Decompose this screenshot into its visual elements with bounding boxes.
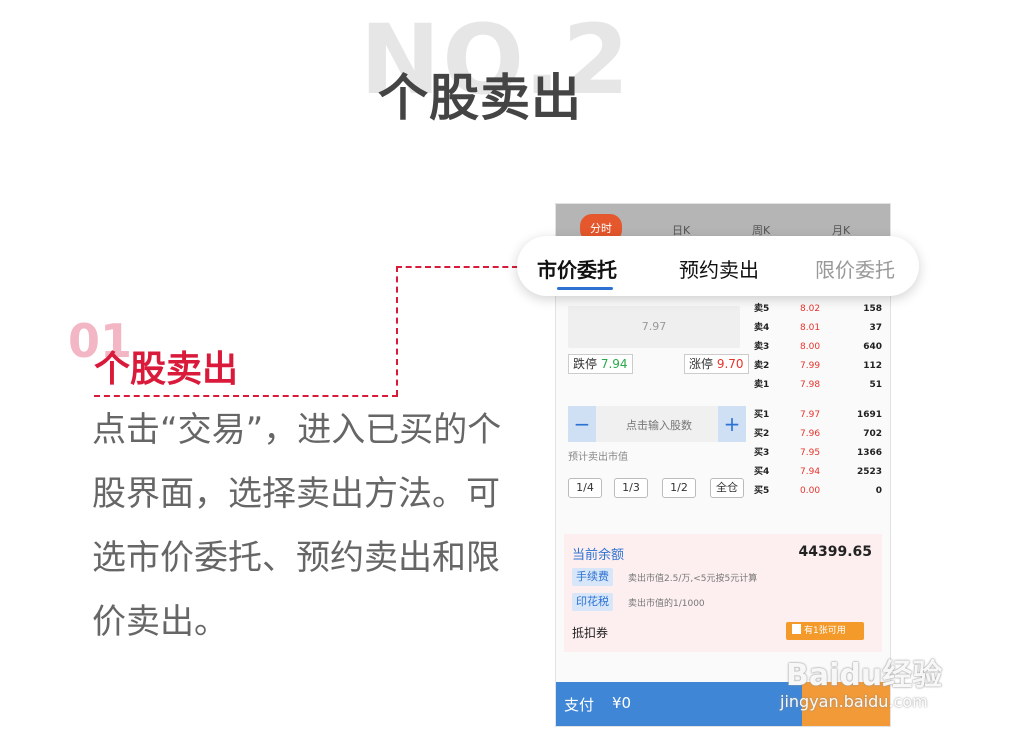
order-price: 0.00	[800, 486, 821, 496]
order-price: 7.97	[800, 410, 821, 420]
order-level: 买3	[754, 448, 770, 458]
stamp-duty-tag: 印花税	[572, 593, 613, 611]
order-price: 7.96	[800, 429, 821, 439]
order-level: 卖4	[754, 323, 770, 333]
fraction-quarter-button[interactable]: 1/4	[568, 478, 602, 498]
order-book-row: 买2 7.96 702	[754, 425, 882, 443]
order-price: 8.02	[800, 304, 821, 314]
watermark-url: jingyan.baidu.com	[780, 692, 928, 711]
price-display: 7.97	[568, 306, 740, 348]
order-level: 卖5	[754, 304, 770, 314]
order-book-row: 卖3 8.00 640	[754, 338, 882, 356]
order-price: 8.00	[800, 342, 821, 352]
step-description: 点击“交易”，进入已买的个股界面，选择卖出方法。可选市价委托、预约卖出和限价卖出…	[92, 410, 502, 642]
commission-tag: 手续费	[572, 568, 613, 586]
commission-note: 卖出市值2.5/万,<5元按5元计算	[628, 574, 758, 584]
order-level: 买1	[754, 410, 770, 420]
order-level: 买4	[754, 467, 770, 477]
coupon-label: 抵扣券	[572, 626, 609, 640]
order-volume: 112	[863, 361, 882, 371]
limit-down-label: 跌停	[573, 357, 598, 371]
limit-up-label: 涨停	[689, 357, 714, 371]
fraction-all-button[interactable]: 全仓	[710, 478, 744, 498]
order-volume: 0	[875, 486, 882, 496]
order-volume: 37	[869, 323, 882, 333]
order-book-row: 卖5 8.02 158	[754, 300, 882, 318]
increase-button[interactable]: +	[718, 406, 746, 442]
connector-line	[396, 266, 398, 396]
order-volume: 702	[863, 429, 882, 439]
order-book-row: 买4 7.94 2523	[754, 463, 882, 481]
limit-up-badge: 涨停 9.70	[684, 354, 749, 374]
step-title: 个股卖出	[94, 349, 239, 390]
connector-line	[396, 266, 518, 268]
order-book-row: 卖1 7.98 51	[754, 376, 882, 394]
tab-scheduled-sell[interactable]: 预约卖出	[679, 254, 759, 283]
page-title: 个股卖出	[378, 69, 582, 127]
active-tab-indicator	[557, 287, 613, 290]
order-book-row: 买1 7.97 1691	[754, 406, 882, 424]
order-price: 7.95	[800, 448, 821, 458]
pay-bar: 支付 ¥0	[556, 682, 802, 726]
order-volume: 640	[863, 342, 882, 352]
order-volume: 1366	[856, 448, 882, 458]
pay-label: 支付	[564, 696, 595, 714]
balance-label: 当前余额	[572, 548, 625, 563]
limit-down-badge: 跌停 7.94	[568, 354, 633, 374]
order-volume: 2523	[856, 467, 882, 477]
order-price: 7.98	[800, 380, 821, 390]
estimated-value-label: 预计卖出市值	[568, 452, 628, 463]
order-level: 买2	[754, 429, 770, 439]
order-price: 7.99	[800, 361, 821, 371]
order-volume: 158	[863, 304, 882, 314]
quantity-stepper: − +	[568, 406, 746, 444]
watermark-logo: Baidu经验	[786, 658, 943, 693]
order-level: 卖2	[754, 361, 770, 371]
fraction-half-button[interactable]: 1/2	[662, 478, 696, 498]
pay-amount: ¥0	[612, 694, 632, 712]
order-level: 卖3	[754, 342, 770, 352]
coupon-icon	[792, 624, 801, 634]
fraction-third-button[interactable]: 1/3	[614, 478, 648, 498]
order-book-row: 卖4 8.01 37	[754, 319, 882, 337]
order-type-tabs: 市价委托 预约卖出 限价委托	[517, 236, 919, 296]
tab-market-order[interactable]: 市价委托	[537, 254, 617, 283]
order-volume: 51	[869, 380, 882, 390]
limit-up-value: 9.70	[716, 357, 744, 371]
quantity-input[interactable]	[596, 406, 722, 444]
decrease-button[interactable]: −	[568, 406, 596, 442]
order-volume: 1691	[856, 410, 882, 420]
connector-line	[94, 395, 398, 397]
order-level: 卖1	[754, 380, 770, 390]
stamp-duty-note: 卖出市值的1/1000	[628, 599, 705, 609]
coupon-button[interactable]: 有1张可用	[786, 622, 864, 640]
order-book-row: 买5 0.00 0	[754, 482, 882, 500]
balance-value: 44399.65	[798, 544, 872, 560]
order-price: 7.94	[800, 467, 821, 477]
order-book-row: 卖2 7.99 112	[754, 357, 882, 375]
order-price: 8.01	[800, 323, 821, 333]
coupon-text: 有1张可用	[804, 626, 846, 636]
fee-panel: 当前余额 44399.65 手续费 卖出市值2.5/万,<5元按5元计算 印花税…	[564, 534, 882, 652]
order-level: 买5	[754, 486, 770, 496]
tab-limit-order[interactable]: 限价委托	[815, 254, 895, 283]
order-book-row: 买3 7.95 1366	[754, 444, 882, 462]
limit-down-value: 7.94	[600, 357, 628, 371]
